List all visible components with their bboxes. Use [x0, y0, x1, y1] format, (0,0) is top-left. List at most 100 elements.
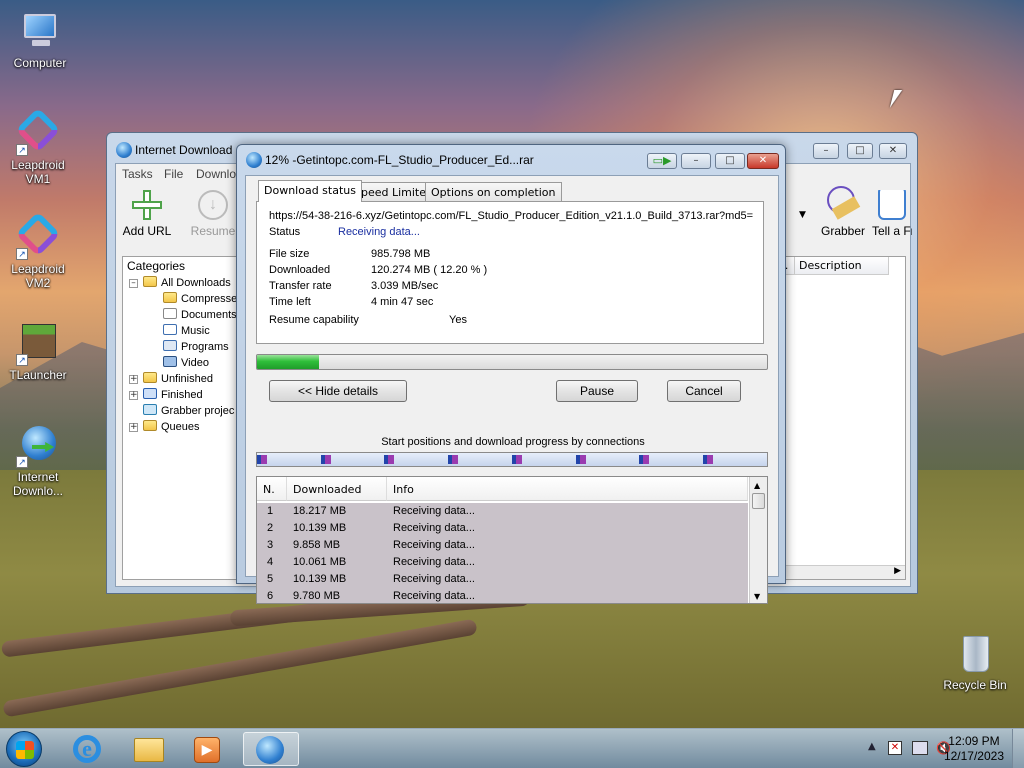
- show-hidden-icon[interactable]: ▲: [868, 741, 876, 752]
- connection-n-cell: 2: [267, 522, 274, 534]
- connection-row[interactable]: 2 10.139 MB Receiving data...: [257, 520, 748, 537]
- connection-n-cell: 5: [267, 573, 274, 585]
- connection-row[interactable]: 5 10.139 MB Receiving data...: [257, 571, 748, 588]
- scroll-up-arrow-icon[interactable]: ▲: [754, 481, 760, 490]
- idm-globe-icon: [256, 736, 284, 764]
- idm-app-icon: [246, 152, 262, 168]
- tree-item-video[interactable]: Video: [163, 356, 209, 369]
- folder-icon: [134, 738, 164, 762]
- tree-item-all-downloads[interactable]: All Downloads: [143, 276, 231, 289]
- taskbar-media-player[interactable]: ▶: [180, 732, 236, 766]
- desktop-icon-leapdroid-vm2[interactable]: ↗ Leapdroid VM2: [0, 211, 76, 290]
- connection-n-cell: 1: [267, 505, 274, 517]
- downloaded-label: Downloaded: [269, 264, 331, 276]
- network-icon[interactable]: [912, 741, 928, 755]
- connections-caption: Start positions and download progress by…: [381, 436, 645, 448]
- connection-marker: [511, 455, 522, 464]
- clock-date: 12/17/2023: [943, 749, 1004, 763]
- tree-item-grabber-projects[interactable]: Grabber projec: [143, 404, 234, 417]
- vertical-scrollbar[interactable]: ▲ ▼: [749, 477, 767, 603]
- plus-icon: [132, 190, 162, 220]
- desktop-icon-tlauncher[interactable]: ↗ TLauncher: [0, 322, 76, 382]
- menu-downloads[interactable]: Downlo: [196, 167, 236, 181]
- send-to-tray-button[interactable]: ▭▶: [647, 153, 677, 169]
- cancel-button[interactable]: Cancel: [667, 380, 741, 402]
- file-size-label: File size: [269, 248, 310, 260]
- taskbar-internet-download-manager[interactable]: [243, 732, 299, 766]
- tree-item-music[interactable]: Music: [163, 324, 210, 337]
- tab-download-status[interactable]: Download status: [258, 180, 362, 202]
- taskbar-file-explorer[interactable]: [120, 732, 176, 766]
- time-left-value: 4 min 47 sec: [371, 296, 434, 308]
- minecraft-block-icon: ↗: [16, 322, 60, 366]
- column-header-description[interactable]: Description: [795, 257, 889, 275]
- shortcut-arrow-icon: ↗: [16, 248, 28, 260]
- download-progress-dialog[interactable]: 12% -Getintopc.com-FL_Studio_Producer_Ed…: [236, 144, 786, 604]
- start-button[interactable]: [6, 731, 42, 767]
- toolbar-dropdown-arrow[interactable]: ▼: [799, 210, 806, 220]
- internet-explorer-icon: e: [73, 735, 101, 763]
- download-status-panel: https://54-38-216-6.xyz/Getintopc.com/FL…: [256, 201, 764, 344]
- pause-button[interactable]: Pause: [556, 380, 638, 402]
- desktop-icon-internet-download-manager[interactable]: ↗ Internet Downlo...: [0, 424, 76, 498]
- collapse-toggle[interactable]: –: [129, 279, 138, 288]
- connection-marker: [639, 455, 650, 464]
- grabber-project-icon: [143, 404, 157, 415]
- minimize-button[interactable]: –: [813, 143, 839, 159]
- connection-row[interactable]: 6 9.780 MB Receiving data...: [257, 588, 748, 603]
- connections-table[interactable]: N. Downloaded Info 1 18.217 MB Receiving d…: [256, 476, 768, 604]
- download-progress-fill: [257, 355, 320, 369]
- tell-a-friend-button[interactable]: Tell a Fr: [868, 190, 912, 238]
- show-desktop-button[interactable]: [1012, 729, 1024, 768]
- maximize-button[interactable]: □: [847, 143, 873, 159]
- add-url-button[interactable]: Add URL: [110, 190, 184, 238]
- taskbar-internet-explorer[interactable]: e: [60, 732, 116, 766]
- tree-item-compressed[interactable]: Compresse: [163, 292, 237, 305]
- minimize-button[interactable]: –: [681, 153, 711, 169]
- expand-toggle[interactable]: +: [129, 423, 138, 432]
- column-header-info[interactable]: Info: [387, 477, 748, 501]
- connection-row[interactable]: 1 18.217 MB Receiving data...: [257, 503, 748, 520]
- scroll-thumb[interactable]: [752, 493, 765, 509]
- connection-n-cell: 6: [267, 590, 274, 602]
- tree-item-documents[interactable]: Documents: [163, 308, 237, 321]
- tree-item-queues[interactable]: Queues: [143, 420, 200, 433]
- connection-marker: [702, 455, 713, 464]
- scroll-down-arrow-icon[interactable]: ▼: [754, 592, 760, 601]
- connection-marker: [320, 455, 331, 464]
- column-header-number[interactable]: N.: [257, 477, 287, 501]
- close-button[interactable]: ✕: [879, 143, 907, 159]
- grabber-icon: [823, 186, 863, 220]
- leapdroid-icon: ↗: [15, 107, 61, 156]
- desktop-icon-computer[interactable]: Computer: [2, 10, 78, 70]
- idm-app-icon: [116, 142, 132, 158]
- expand-toggle[interactable]: +: [129, 375, 138, 384]
- download-url: https://54-38-216-6.xyz/Getintopc.com/FL…: [269, 210, 753, 222]
- desktop-icon-label: Computer: [13, 56, 67, 70]
- desktop-icon-recycle-bin[interactable]: Recycle Bin: [936, 632, 1014, 692]
- menu-file[interactable]: File: [164, 167, 183, 181]
- tree-item-programs[interactable]: Programs: [163, 340, 229, 353]
- connection-info-cell: Receiving data...: [393, 590, 475, 602]
- taskbar: e ▶ ▲ ✕ 🔇 12:09 PM 12/17/2023: [0, 728, 1024, 768]
- connection-row[interactable]: 4 10.061 MB Receiving data...: [257, 554, 748, 571]
- connection-row[interactable]: 3 9.858 MB Receiving data...: [257, 537, 748, 554]
- hide-details-button[interactable]: << Hide details: [269, 380, 407, 402]
- clock[interactable]: 12:09 PM 12/17/2023: [944, 734, 1004, 764]
- close-button[interactable]: ✕: [747, 153, 779, 169]
- connection-marker: [575, 455, 586, 464]
- expand-toggle[interactable]: +: [129, 391, 138, 400]
- menu-tasks[interactable]: Tasks: [122, 167, 153, 181]
- connections-progress-bar: [256, 452, 768, 467]
- downloaded-value: 120.274 MB ( 12.20 % ): [371, 264, 488, 276]
- action-center-flag-icon[interactable]: ✕: [888, 741, 902, 755]
- tell-a-friend-label: Tell a Fr: [872, 224, 912, 238]
- column-header-downloaded[interactable]: Downloaded: [287, 477, 387, 501]
- desktop-icon-leapdroid-vm1[interactable]: ↗ Leapdroid VM1: [0, 107, 76, 186]
- tab-options-on-completion[interactable]: Options on completion: [425, 182, 562, 202]
- tree-item-finished[interactable]: Finished: [143, 388, 203, 401]
- connection-marker: [257, 455, 267, 464]
- connection-downloaded-cell: 10.061 MB: [293, 556, 347, 568]
- maximize-button[interactable]: □: [715, 153, 745, 169]
- tree-item-unfinished[interactable]: Unfinished: [143, 372, 213, 385]
